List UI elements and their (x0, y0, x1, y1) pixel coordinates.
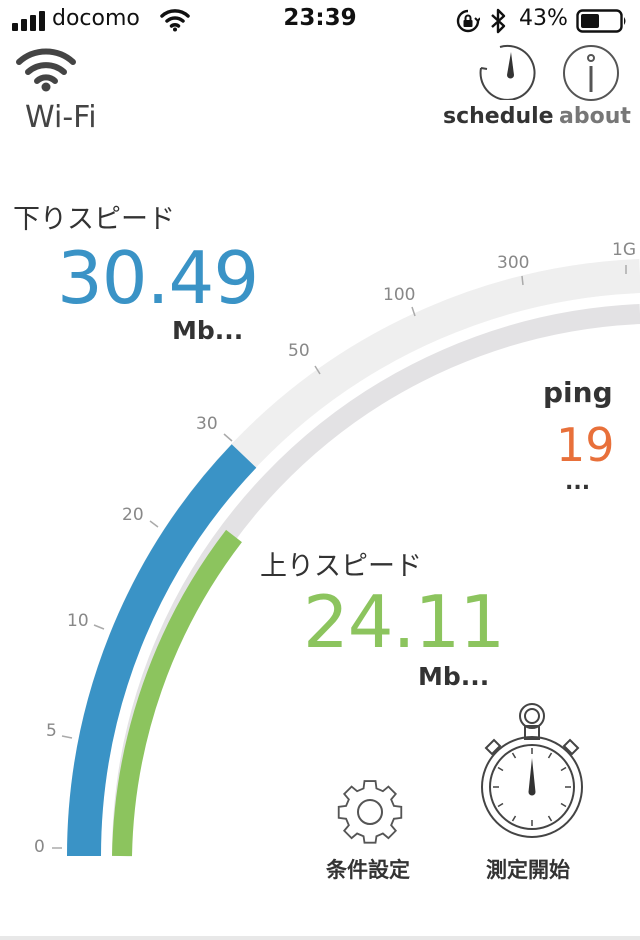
tick-label: 50 (288, 341, 310, 361)
tick-label: 300 (497, 253, 530, 273)
upload-speed-value: 24.11 (303, 580, 505, 664)
tick-label: 5 (46, 721, 57, 741)
download-speed-unit: Mb... (172, 316, 244, 345)
stopwatch-icon (481, 703, 583, 838)
download-speed-value: 30.49 (57, 236, 259, 320)
tick-label: 10 (67, 611, 89, 631)
tick-label: 0 (34, 837, 45, 857)
tick-label: 30 (196, 414, 218, 434)
download-speed-title: 下りスピード (13, 204, 175, 235)
tick-label: 100 (383, 285, 416, 305)
ping-value: 19 (556, 418, 615, 472)
start-measurement-label: 測定開始 (486, 858, 570, 882)
upload-speed-unit: Mb... (418, 662, 490, 691)
upload-speed-title: 上りスピード (260, 551, 422, 582)
settings-button[interactable]: 条件設定 (320, 770, 424, 890)
start-measurement-button[interactable]: 測定開始 (472, 700, 592, 890)
ping-title: ping (543, 376, 613, 409)
bottom-divider (0, 936, 640, 940)
tick-label: 1G (612, 240, 636, 260)
tick-label: 20 (122, 505, 144, 525)
settings-label: 条件設定 (326, 858, 410, 882)
gear-icon (337, 780, 403, 844)
ping-unit: ... (565, 470, 591, 495)
